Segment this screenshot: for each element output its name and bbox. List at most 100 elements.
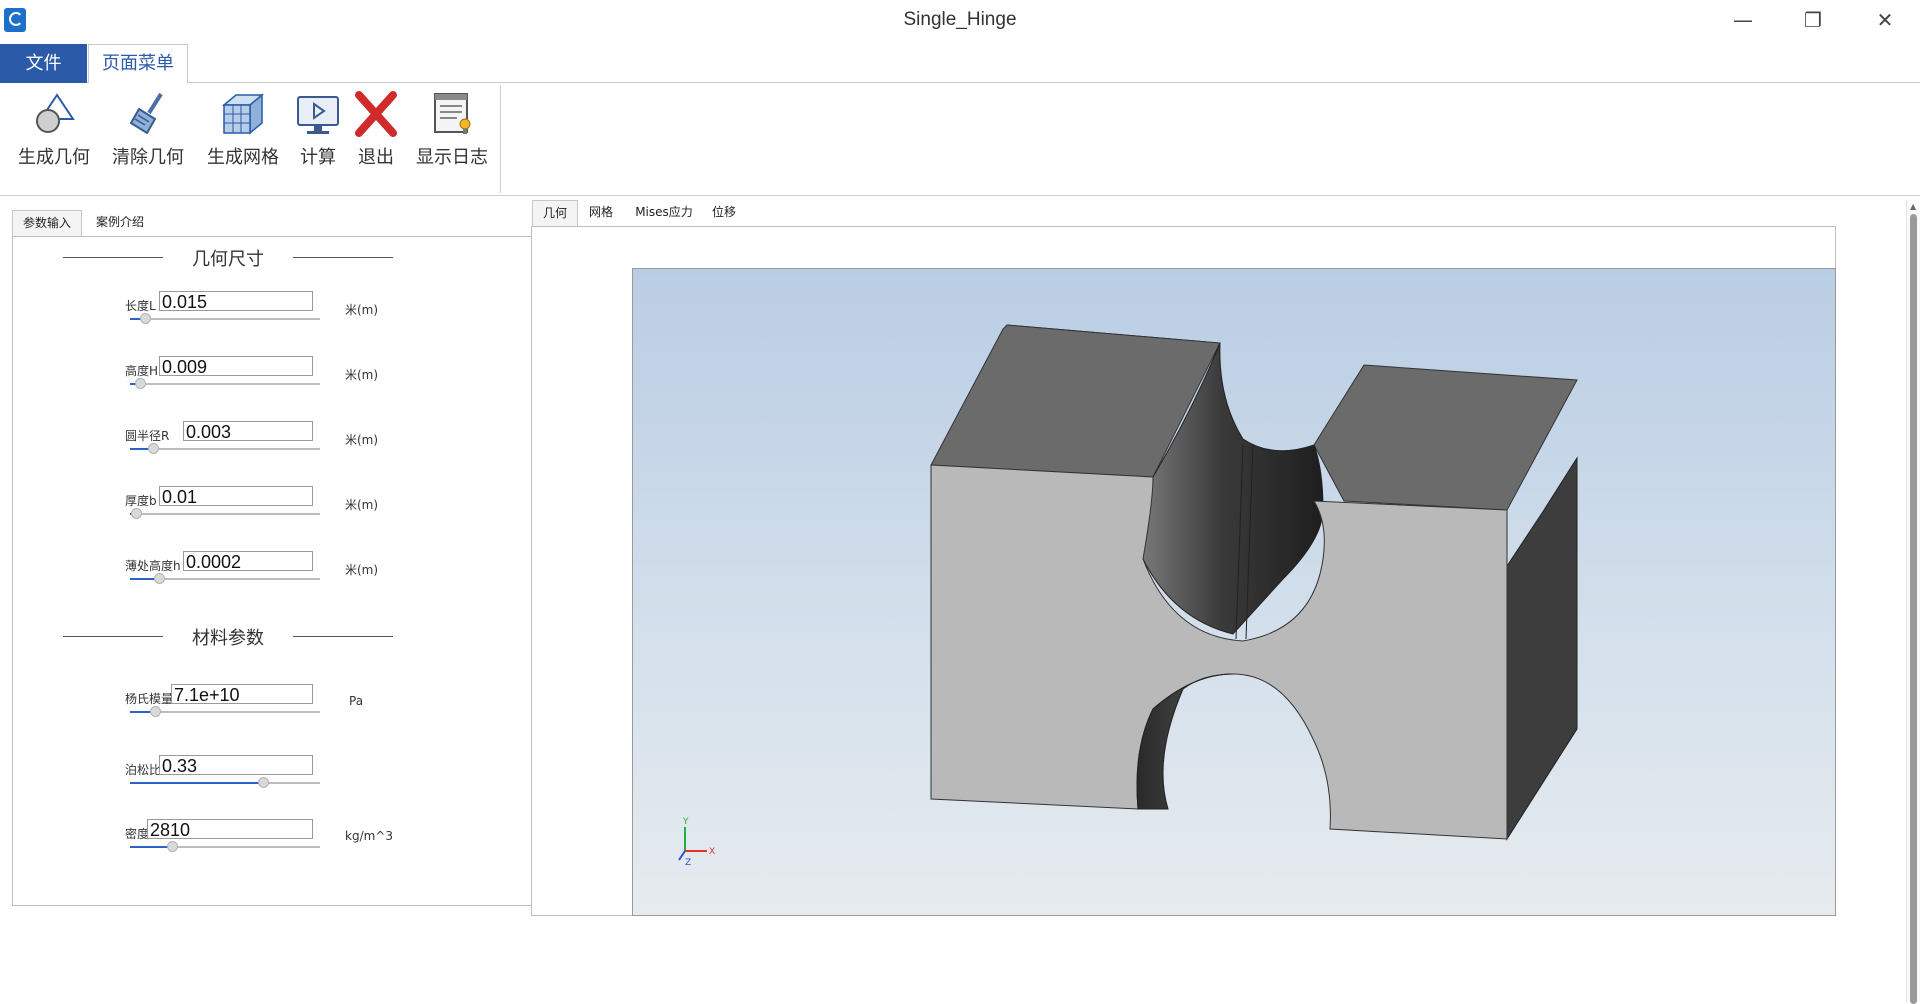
param-thin-height: 薄处高度h 0.0002 米(m) — [113, 551, 413, 591]
geometry-shapes-icon — [31, 91, 77, 137]
param-thickness: 厚度b 0.01 米(m) — [113, 486, 413, 526]
param-label: 密度 — [125, 827, 150, 841]
param-label: 长度L — [125, 299, 156, 313]
thickness-input[interactable]: 0.01 — [159, 486, 313, 507]
slider-thumb[interactable] — [140, 313, 152, 324]
poisson-ratio-input[interactable]: 0.33 — [159, 755, 313, 776]
section-material-parameters: 材料参数 — [63, 626, 443, 649]
radius-input[interactable]: 0.003 — [183, 421, 313, 442]
parameter-panel: 参数输入 案例介绍 几何尺寸 长度L 0.015 米(m) 高度H 0.009 … — [0, 198, 532, 920]
model-top-face-right — [1313, 364, 1578, 511]
generate-mesh-label: 生成网格 — [207, 147, 279, 168]
youngs-modulus-slider[interactable] — [130, 706, 320, 717]
param-unit: kg/m^3 — [345, 829, 393, 843]
clear-geometry-button[interactable]: 清除几何 — [108, 91, 188, 169]
slider-thumb[interactable] — [147, 443, 159, 454]
title-bar: Single_Hinge — ❐ ✕ — [0, 0, 1920, 42]
tab-case-introduction[interactable]: 案例介绍 — [84, 210, 156, 235]
minimize-button[interactable]: — — [1708, 0, 1778, 42]
menu-tab-file[interactable]: 文件 — [0, 44, 87, 83]
clear-geometry-label: 清除几何 — [112, 147, 184, 168]
exit-label: 退出 — [358, 147, 394, 168]
param-label: 杨氏模量 — [125, 692, 174, 706]
thickness-slider[interactable] — [130, 508, 320, 519]
axis-z-label: Z — [685, 858, 691, 868]
slider-thumb[interactable] — [153, 573, 165, 584]
param-length: 长度L 0.015 米(m) — [113, 291, 413, 331]
param-youngs-modulus: 杨氏模量 7.1e+10 Pa — [113, 684, 413, 724]
radius-slider[interactable] — [130, 443, 320, 454]
param-poisson-ratio: 泊松比 0.33 — [113, 755, 413, 795]
param-label: 薄处高度h — [125, 559, 181, 573]
generate-geometry-label: 生成几何 — [18, 147, 90, 168]
length-slider[interactable] — [130, 313, 320, 324]
tab-mesh[interactable]: 网格 — [580, 200, 622, 225]
exit-button[interactable]: 退出 — [352, 91, 400, 169]
axis-triad: Y X Z — [678, 817, 715, 868]
param-density: 密度 2810 kg/m^3 — [113, 819, 413, 859]
section-divider-right — [293, 257, 393, 258]
slider-thumb[interactable] — [134, 378, 146, 389]
slider-thumb[interactable] — [149, 706, 161, 717]
youngs-modulus-input[interactable]: 7.1e+10 — [171, 684, 313, 705]
poisson-ratio-slider[interactable] — [130, 777, 320, 788]
red-x-icon — [353, 91, 399, 137]
slider-fill — [130, 782, 263, 784]
scroll-up-arrow-icon[interactable]: ▲ — [1910, 202, 1916, 211]
param-label: 厚度b — [125, 494, 157, 508]
show-log-label: 显示日志 — [416, 147, 488, 168]
thin-height-slider[interactable] — [130, 573, 320, 584]
slider-thumb[interactable] — [258, 777, 269, 788]
menu-bar: 文件 页面菜单 — [0, 42, 1920, 84]
section-title: 材料参数 — [192, 628, 264, 649]
height-slider[interactable] — [130, 378, 320, 389]
restore-button[interactable]: ❐ — [1778, 0, 1848, 42]
broom-icon — [125, 91, 171, 137]
param-unit: Pa — [349, 694, 364, 708]
slider-fill — [130, 846, 172, 848]
section-divider-right — [293, 636, 393, 637]
tab-mises-stress[interactable]: Mises应力 — [628, 200, 700, 225]
section-geometry-dimensions: 几何尺寸 — [63, 247, 443, 270]
thin-height-input[interactable]: 0.0002 — [183, 551, 313, 572]
slider-thumb[interactable] — [166, 841, 178, 852]
length-input[interactable]: 0.015 — [159, 291, 313, 312]
height-input[interactable]: 0.009 — [159, 356, 313, 377]
show-log-button[interactable]: 显示日志 — [414, 91, 490, 169]
axis-x-label: X — [709, 847, 715, 857]
param-radius: 圆半径R 0.003 米(m) — [113, 421, 413, 461]
param-unit: 米(m) — [345, 563, 379, 577]
tab-displacement[interactable]: 位移 — [706, 200, 742, 225]
ribbon-toolbar: 生成几何 清除几何 生成网格 计算 退出 显示日志 — [0, 83, 1920, 196]
model-side-face — [1506, 456, 1578, 841]
monitor-play-icon — [295, 91, 341, 137]
close-button[interactable]: ✕ — [1850, 0, 1920, 42]
param-label: 圆半径R — [125, 429, 170, 443]
scrollbar-thumb[interactable] — [1910, 214, 1917, 1004]
tab-geometry[interactable]: 几何 — [532, 200, 578, 227]
compute-label: 计算 — [300, 147, 336, 168]
density-slider[interactable] — [130, 841, 320, 852]
compute-button[interactable]: 计算 — [294, 91, 342, 169]
3d-viewport[interactable]: Y X Z — [632, 268, 1836, 916]
mesh-cube-icon — [220, 91, 266, 137]
section-title: 几何尺寸 — [192, 249, 264, 270]
menu-tab-page-menu[interactable]: 页面菜单 — [88, 44, 188, 84]
tab-parameter-input[interactable]: 参数输入 — [12, 210, 82, 237]
param-label: 高度H — [125, 364, 159, 378]
param-height: 高度H 0.009 米(m) — [113, 356, 413, 396]
density-input[interactable]: 2810 — [147, 819, 313, 840]
param-label: 泊松比 — [125, 763, 162, 777]
axis-y-label: Y — [682, 817, 689, 827]
param-unit: 米(m) — [345, 368, 379, 382]
param-unit: 米(m) — [345, 433, 379, 447]
generate-geometry-button[interactable]: 生成几何 — [16, 91, 92, 169]
generate-mesh-button[interactable]: 生成网格 — [204, 91, 282, 169]
ribbon-separator — [500, 85, 501, 193]
hinge-model: Y X Z — [678, 324, 1578, 868]
slider-thumb[interactable] — [130, 508, 142, 519]
window-title: Single_Hinge — [903, 9, 1017, 30]
page-scrollbar[interactable]: ▲ — [1906, 200, 1920, 1004]
log-document-icon — [429, 91, 475, 137]
parameter-form: 几何尺寸 长度L 0.015 米(m) 高度H 0.009 米(m) 圆半径R … — [12, 236, 532, 906]
